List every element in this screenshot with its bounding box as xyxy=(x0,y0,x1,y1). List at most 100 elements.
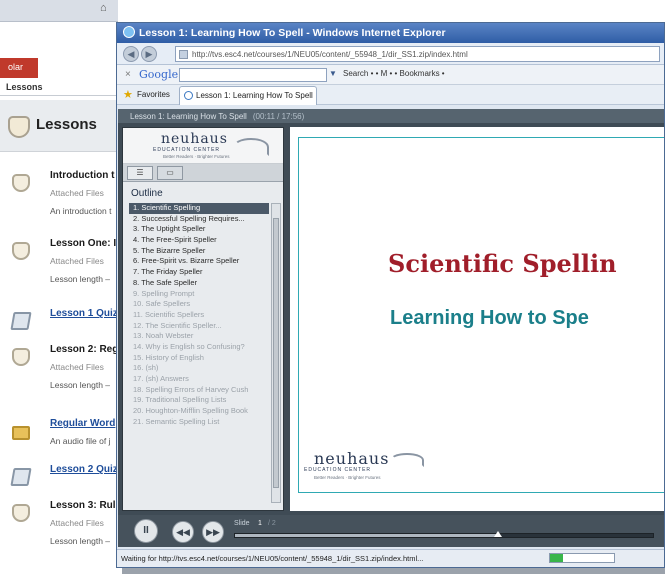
slide-number: 1 xyxy=(258,520,262,527)
browser-tab[interactable]: Lesson 1: Learning How To Spell xyxy=(179,86,317,105)
outline-item[interactable]: 21. Semantic Spelling List xyxy=(129,417,269,428)
outline-tab-icon[interactable]: ☰ xyxy=(127,166,153,180)
ie-logo-icon xyxy=(123,26,135,38)
lessons-icon xyxy=(8,116,30,138)
list-item-title: Introduction t xyxy=(50,170,115,181)
outline-item[interactable]: 5. The Bizarre Speller xyxy=(129,246,269,257)
list-item-description: Lesson length – xyxy=(50,274,111,284)
outline-item[interactable]: 11. Scientific Spellers xyxy=(129,310,269,321)
outline-item[interactable]: 1. Scientific Spelling xyxy=(129,203,269,214)
outline-item[interactable]: 15. History of English xyxy=(129,353,269,364)
status-text: Waiting for http://tvs.esc4.net/courses/… xyxy=(121,554,424,563)
forward-icon[interactable]: ▶ xyxy=(141,46,157,62)
list-item-title[interactable]: Lesson 1 Quiz xyxy=(50,308,118,319)
outline-item[interactable]: 2. Successful Spelling Requires... xyxy=(129,214,269,225)
outline-heading: Outline xyxy=(131,188,163,199)
browser-window: Lesson 1: Learning How To Spell - Window… xyxy=(116,22,665,568)
playback-progress-bar[interactable] xyxy=(234,531,654,538)
list-item-description: An audio file of j xyxy=(50,436,111,446)
page-favicon-icon xyxy=(179,50,188,59)
list-item-description: An introduction t xyxy=(50,206,112,216)
favorites-star-icon[interactable]: ★ xyxy=(123,88,133,101)
lesson-icon xyxy=(12,504,30,522)
outline-item[interactable]: 4. The Free-Spirit Speller xyxy=(129,235,269,246)
notes-tab-icon[interactable]: ▭ xyxy=(157,166,183,180)
outline-item[interactable]: 8. The Safe Speller xyxy=(129,278,269,289)
slide-title: Scientific Spellin xyxy=(388,249,617,278)
logo-wordmark: neuhaus xyxy=(161,131,228,147)
google-toolbar: × Google ▼ Search • • M • • Bookmarks • xyxy=(117,65,664,85)
page-load-progress-fill xyxy=(550,554,563,562)
slide-logo-tagline: Better Readers · Brighter Futures xyxy=(314,475,381,480)
logo-swoosh-icon xyxy=(233,138,269,156)
lessons-header: Lessons xyxy=(0,100,118,152)
attached-files-label[interactable]: Attached Files xyxy=(50,256,104,266)
outline-item[interactable]: 17. (sh) Answers xyxy=(129,374,269,385)
progress-fill xyxy=(235,534,499,537)
attached-files-label[interactable]: Attached Files xyxy=(50,518,104,528)
status-bar: Waiting for http://tvs.esc4.net/courses/… xyxy=(117,549,664,567)
slide-logo-swoosh-icon xyxy=(390,453,424,467)
google-search-input[interactable] xyxy=(179,68,327,82)
outline-item[interactable]: 14. Why is English so Confusing? xyxy=(129,342,269,353)
scrollbar-thumb[interactable] xyxy=(273,218,279,488)
list-item-description: Lesson length – xyxy=(50,380,111,390)
quiz-icon xyxy=(10,468,32,486)
outline-item[interactable]: 9. Spelling Prompt xyxy=(129,289,269,300)
url-field[interactable]: http://tvs.esc4.net/courses/1/NEU05/cont… xyxy=(175,46,660,62)
window-titlebar[interactable]: Lesson 1: Learning How To Spell - Window… xyxy=(117,23,664,43)
outline-item[interactable]: 10. Safe Spellers xyxy=(129,299,269,310)
tab-label: Lesson 1: Learning How To Spell xyxy=(196,91,313,100)
google-toolbar-buttons[interactable]: Search • • M • • Bookmarks • xyxy=(343,69,445,78)
page-load-progress xyxy=(549,553,615,563)
outline-item[interactable]: 20. Houghton-Mifflin Spelling Book xyxy=(129,406,269,417)
outline-list: 1. Scientific Spelling 2. Successful Spel… xyxy=(129,203,269,427)
slide-area: Scientific Spellin Learning How to Spe n… xyxy=(290,127,664,511)
presentation-player: Lesson 1: Learning How To Spell (00:11 / … xyxy=(118,109,664,547)
previous-slide-button[interactable]: ◀◀ xyxy=(172,521,194,543)
back-icon[interactable]: ◀ xyxy=(123,46,139,62)
list-item-title: Lesson 2: Reg xyxy=(50,344,119,355)
outline-item[interactable]: 18. Spelling Errors of Harvey Cush xyxy=(129,385,269,396)
outline-item[interactable]: 13. Noah Webster xyxy=(129,331,269,342)
pause-button[interactable]: II xyxy=(134,519,158,543)
background-topbar: ⌂ xyxy=(0,0,118,22)
outline-item[interactable]: 19. Traditional Spelling Lists xyxy=(129,395,269,406)
breadcrumb[interactable]: Lessons xyxy=(0,82,118,96)
outline-item[interactable]: 16. (sh) xyxy=(129,363,269,374)
player-time: (00:11 / 17:56) xyxy=(252,112,305,121)
lesson-icon xyxy=(12,348,30,366)
quiz-icon xyxy=(10,312,32,330)
google-logo: Google xyxy=(139,68,179,81)
list-item-title: Lesson One: I xyxy=(50,238,117,249)
player-title-bar: Lesson 1: Learning How To Spell (00:11 / … xyxy=(118,109,664,123)
outline-scrollbar[interactable] xyxy=(271,203,281,503)
folder-icon xyxy=(12,426,30,440)
attached-files-label[interactable]: Attached Files xyxy=(50,362,104,372)
outline-item[interactable]: 12. The Scientific Speller... xyxy=(129,321,269,332)
list-item-title: Lesson 3: Rul xyxy=(50,500,116,511)
slide-label: Slide xyxy=(234,520,250,527)
next-slide-button[interactable]: ▶▶ xyxy=(202,521,224,543)
lesson-icon xyxy=(12,174,30,192)
attached-files-label[interactable]: Attached Files xyxy=(50,188,104,198)
list-item-title[interactable]: Lesson 2 Quiz xyxy=(50,464,118,475)
address-bar: ◀ ▶ http://tvs.esc4.net/courses/1/NEU05/… xyxy=(117,43,664,65)
background-red-tab[interactable]: olar xyxy=(0,58,38,78)
sidebar-tabs: ☰ ▭ xyxy=(123,164,283,182)
list-item-title[interactable]: Regular Word xyxy=(50,418,115,429)
favorites-bar: ★ Favorites Lesson 1: Learning How To Sp… xyxy=(117,85,664,105)
favorites-button[interactable]: Favorites xyxy=(137,90,170,99)
outline-item[interactable]: 3. The Uptight Speller xyxy=(129,224,269,235)
outline-item[interactable]: 7. The Friday Speller xyxy=(129,267,269,278)
logo-tagline: Better Readers · Brighter Futures xyxy=(163,154,230,159)
logo-subtitle: EDUCATION CENTER xyxy=(153,147,221,153)
slide-total: / 2 xyxy=(268,520,276,527)
home-icon[interactable]: ⌂ xyxy=(100,2,107,14)
window-title: Lesson 1: Learning How To Spell - Window… xyxy=(139,27,446,39)
url-text: http://tvs.esc4.net/courses/1/NEU05/cont… xyxy=(192,50,468,59)
google-dropdown-icon[interactable]: ▼ xyxy=(329,69,337,78)
close-toolbar-icon[interactable]: × xyxy=(125,69,131,80)
outline-item[interactable]: 6. Free-Spirit vs. Bizarre Speller xyxy=(129,256,269,267)
progress-knob[interactable] xyxy=(494,531,503,537)
